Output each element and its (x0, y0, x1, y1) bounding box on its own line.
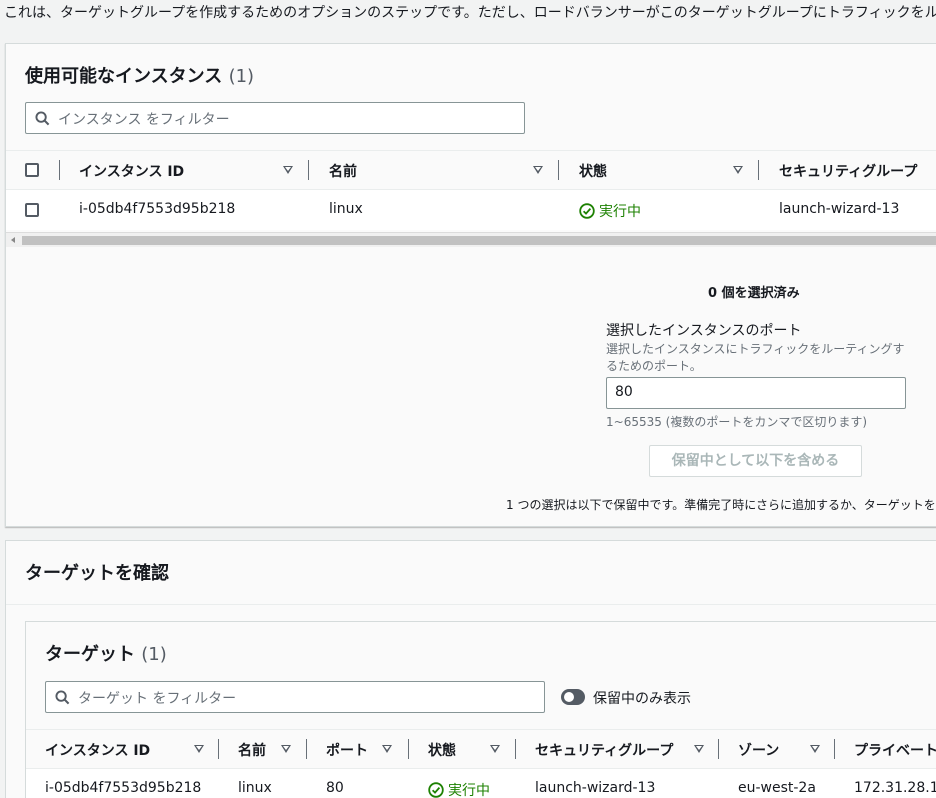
targets-count: (1) (141, 644, 167, 665)
column-separator (218, 739, 219, 759)
available-instances-heading: 使用可能なインスタンス (25, 66, 223, 87)
sort-icon[interactable] (194, 745, 204, 753)
state-cell: 実行中 (579, 201, 641, 221)
private-ip-cell: 172.31.28.16 (854, 780, 936, 796)
scroll-left-icon[interactable] (11, 237, 15, 243)
name-cell: linux (238, 780, 272, 796)
port-input[interactable]: 80 (606, 377, 906, 409)
available-instances-title: 使用可能なインスタンス (1) (25, 62, 254, 88)
column-header-security-group[interactable]: セキュリティグループ (779, 161, 917, 181)
column-separator (408, 739, 409, 759)
column-separator (718, 739, 719, 759)
available-instances-panel: 使用可能なインスタンス (1) インスタンス をフィルター インスタンス ID … (5, 43, 936, 527)
instances-table-header: インスタンス ID 名前 状態 セキュリティグループ (6, 150, 936, 190)
instance-filter-input[interactable]: インスタンス をフィルター (25, 102, 525, 134)
instance-filter-placeholder: インスタンス をフィルター (58, 112, 230, 128)
targets-container: ターゲット (1) ターゲット をフィルター 保留中のみ表示 インスタンス ID… (25, 621, 936, 798)
pending-note: 1 つの選択は以下で保留中です。準備完了時にさらに追加するか、ターゲットを登録し (506, 498, 936, 512)
sort-icon[interactable] (281, 745, 291, 753)
available-instances-count: (1) (228, 66, 255, 87)
column-header-zone[interactable]: ゾーン (738, 740, 779, 760)
security-group-cell: launch-wizard-13 (779, 201, 900, 217)
target-filter-placeholder: ターゲット をフィルター (78, 691, 237, 707)
name-cell: linux (329, 201, 363, 217)
column-header-instance-id[interactable]: インスタンス ID (45, 740, 150, 760)
column-separator (834, 739, 835, 759)
table-row[interactable]: i-05db4f7553d95b218 linux 実行中 launch-wiz… (6, 190, 936, 230)
column-separator (308, 160, 309, 180)
port-cell: 80 (326, 780, 344, 796)
instance-id-cell: i-05db4f7553d95b218 (79, 201, 236, 217)
row-checkbox[interactable] (25, 203, 39, 217)
state-text: 実行中 (599, 204, 641, 220)
targets-table-header: インスタンス ID 名前 ポート 状態 セキュリティグループ ゾーン プライベー… (26, 729, 936, 769)
table-row[interactable]: i-05db4f7553d95b218 linux 80 実行中 launch-… (26, 769, 936, 798)
selected-count: 0 個を選択済み (708, 286, 800, 301)
toggle-knob (564, 692, 574, 702)
check-circle-icon (428, 782, 444, 798)
state-cell: 実行中 (428, 780, 490, 798)
search-icon (35, 111, 50, 126)
port-description: 選択したインスタンスにトラフィックをルーティングするためのポート。 (606, 342, 905, 373)
scrollbar-thumb[interactable] (22, 236, 936, 245)
sort-icon[interactable] (810, 745, 820, 753)
divider (6, 604, 936, 605)
column-header-instance-id[interactable]: インスタンス ID (79, 161, 184, 181)
targets-heading: ターゲット (45, 644, 135, 665)
port-label: 選択したインスタンスのポート (606, 323, 802, 339)
column-header-private-ip[interactable]: プライベート (854, 740, 936, 760)
include-as-pending-button[interactable]: 保留中として以下を含める (649, 445, 862, 477)
state-text: 実行中 (448, 783, 490, 798)
select-all-checkbox[interactable] (25, 163, 39, 177)
column-header-state[interactable]: 状態 (428, 740, 456, 760)
instance-id-cell: i-05db4f7553d95b218 (45, 780, 202, 796)
search-icon (55, 690, 70, 705)
sort-icon[interactable] (382, 745, 392, 753)
sort-icon[interactable] (490, 745, 500, 753)
sort-icon[interactable] (733, 166, 743, 174)
review-targets-panel: ターゲットを確認 ターゲット (1) ターゲット をフィルター 保留中のみ表示 … (5, 540, 936, 798)
column-separator (558, 160, 559, 180)
column-separator (758, 160, 759, 180)
column-separator (59, 160, 60, 180)
column-separator (306, 739, 307, 759)
zone-cell: eu-west-2a (738, 780, 816, 796)
sort-icon[interactable] (533, 166, 543, 174)
target-filter-input[interactable]: ターゲット をフィルター (45, 681, 545, 713)
horizontal-scrollbar[interactable] (6, 232, 936, 247)
pending-only-toggle[interactable] (561, 689, 585, 705)
pending-only-label: 保留中のみ表示 (593, 691, 691, 707)
column-header-security-group[interactable]: セキュリティグループ (535, 740, 673, 760)
port-hint: 1~65535 (複数のポートをカンマで区切ります) (606, 415, 868, 429)
column-header-name[interactable]: 名前 (329, 161, 357, 181)
sort-icon[interactable] (694, 745, 704, 753)
review-targets-title: ターゲットを確認 (25, 563, 169, 584)
column-header-port[interactable]: ポート (326, 740, 368, 760)
column-header-state[interactable]: 状態 (579, 161, 607, 181)
targets-title: ターゲット (1) (45, 640, 167, 666)
intro-text: これは、ターゲットグループを作成するためのオプションのステップです。ただし、ロー… (4, 5, 936, 21)
check-circle-icon (579, 203, 595, 219)
sort-icon[interactable] (283, 166, 293, 174)
security-group-cell: launch-wizard-13 (535, 780, 656, 796)
column-header-name[interactable]: 名前 (238, 740, 266, 760)
column-separator (515, 739, 516, 759)
